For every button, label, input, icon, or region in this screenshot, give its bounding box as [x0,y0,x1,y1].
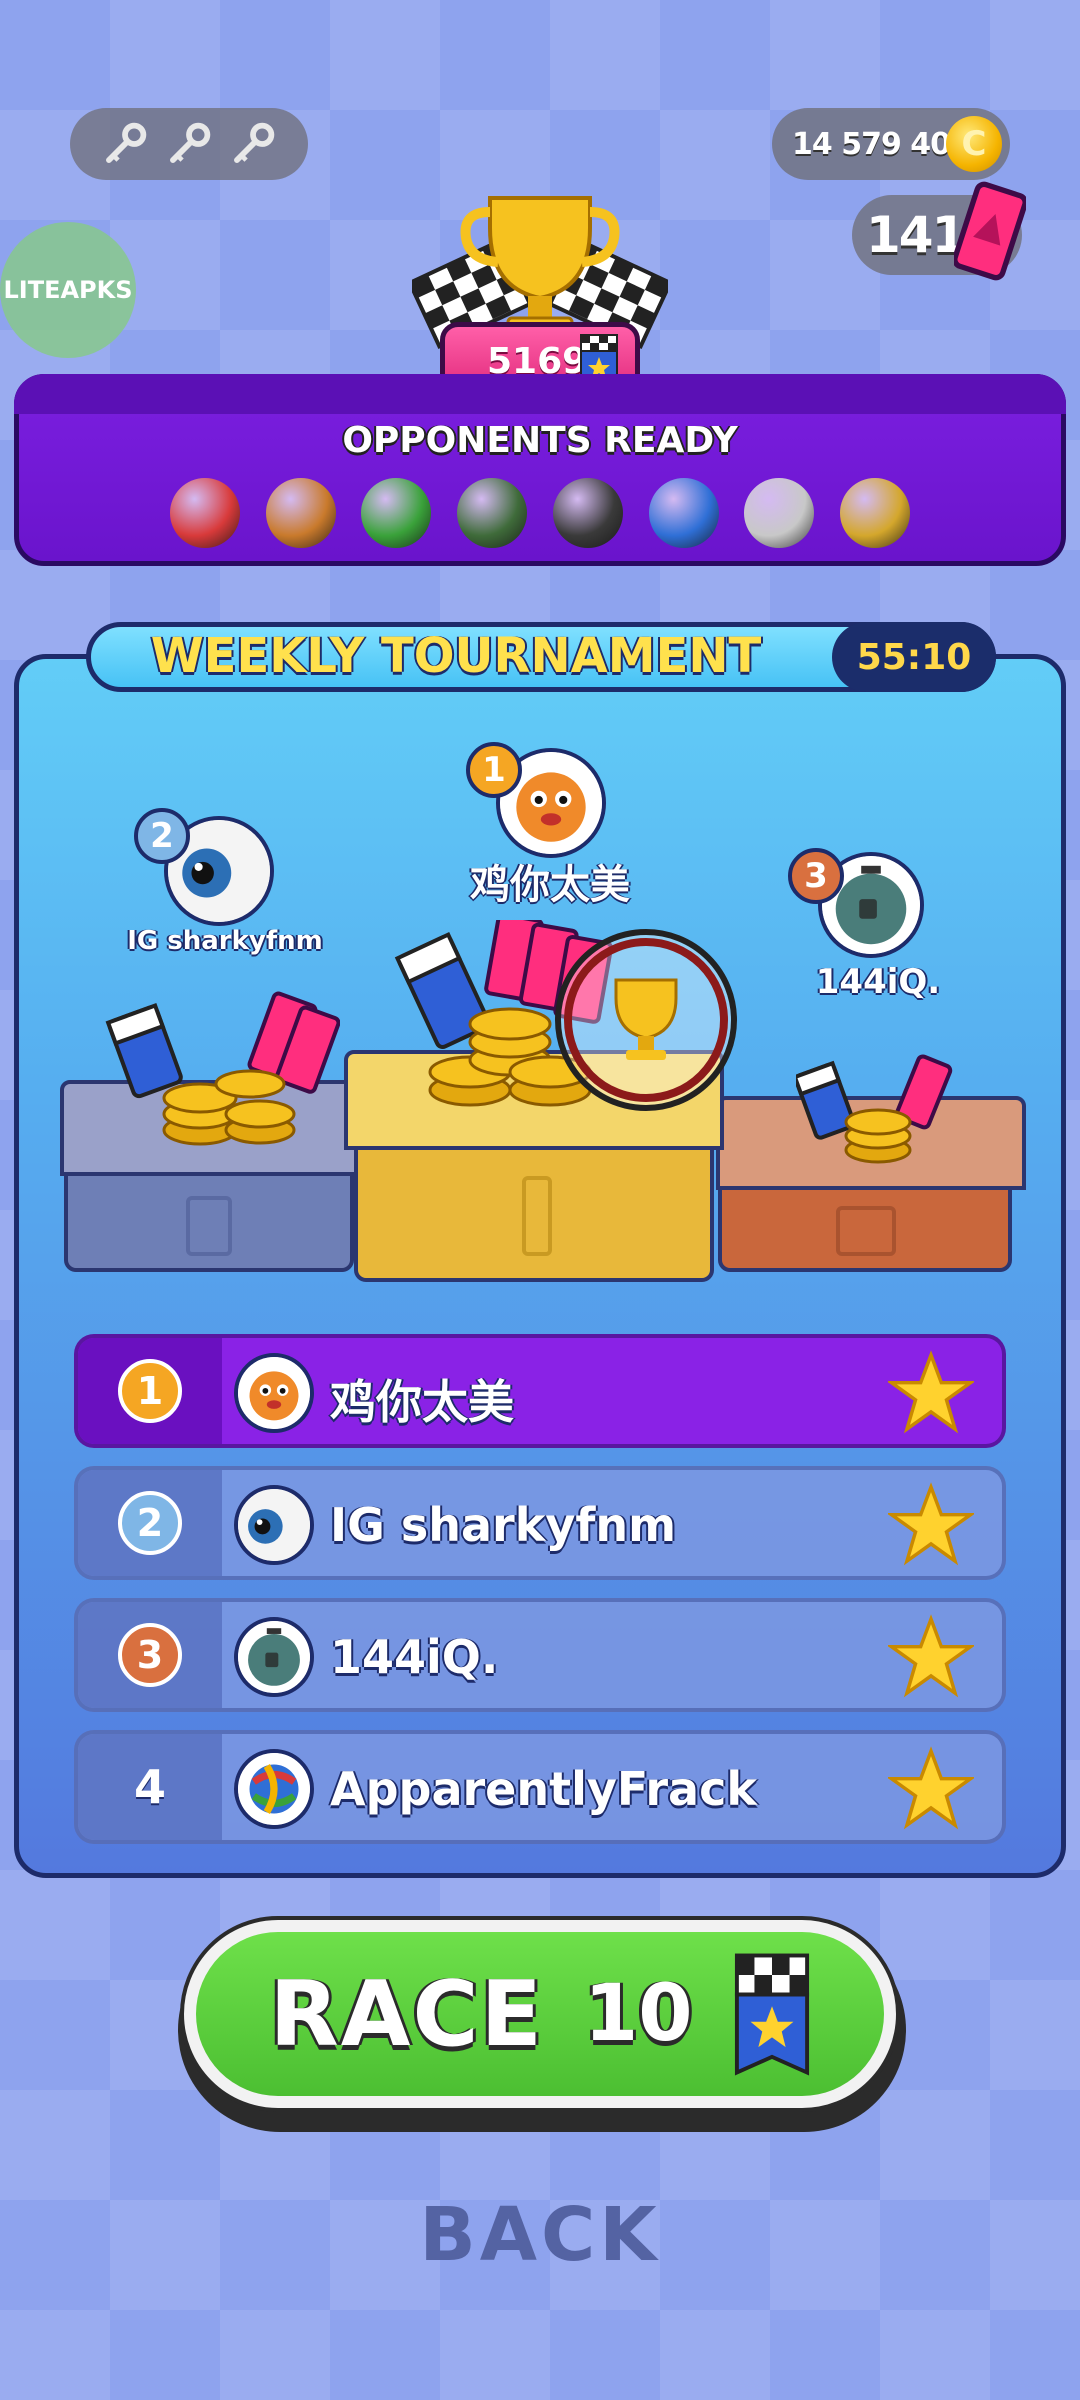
pufferfish-avatar-icon [234,1353,314,1433]
podium-third-roman [836,1206,896,1256]
podium-first-roman [522,1176,552,1256]
podium-third-rank: 3 [788,848,844,904]
second-reward-icon [105,991,340,1146]
third-reward-icon [796,1054,953,1164]
rank-medal: 1 [118,1359,182,1423]
star-icon [888,1614,974,1698]
podium: 2 IG sharkyfnm 1 鸡你太美 3 144iQ. [0,0,1080,1300]
rank-cell: 4 [78,1734,222,1840]
leaderboard-row-2[interactable]: 2 IG sharkyfnm [74,1466,1006,1580]
race-button[interactable]: RACE 10 [180,1916,900,2112]
race-cost: 10 [583,1969,693,2059]
star-icon [888,1746,974,1830]
trophy-portal-icon [555,929,737,1111]
back-button[interactable]: BACK [340,2190,740,2280]
podium-second-rank: 2 [134,808,190,864]
race-button-face[interactable]: RACE 10 [196,1932,884,2096]
rank-number: 4 [133,1760,166,1814]
podium-first-name: 鸡你太美 [470,862,630,908]
podium-third-name: 144iQ. [815,962,941,1002]
checkered-ribbon-icon [734,1953,809,2076]
player-name: IG sharkyfnm [330,1498,677,1552]
leaderboard-row-4[interactable]: 4 ApparentlyFrack [74,1730,1006,1844]
player-name: ApparentlyFrack [330,1762,757,1816]
eyeball-avatar-icon [234,1485,314,1565]
rank-medal: 2 [118,1491,182,1555]
podium-second-name: IG sharkyfnm [127,926,323,956]
rank-cell: 1 [78,1338,222,1444]
player-name: 鸡你太美 [330,1375,514,1429]
leaderboard-row-3[interactable]: 3 144iQ. [74,1598,1006,1712]
rank-cell: 2 [78,1470,222,1576]
race-label: RACE [269,1961,544,2067]
star-icon [888,1350,974,1434]
player-name: 144iQ. [330,1630,499,1684]
podium-second-roman [186,1196,232,1256]
rank-cell: 3 [78,1602,222,1708]
rank-medal: 3 [118,1623,182,1687]
leaderboard-row-1[interactable]: 1 鸡你太美 [74,1334,1006,1448]
podium-first-rank: 1 [466,742,522,798]
robot-avatar-icon [234,1617,314,1697]
star-icon [888,1482,974,1566]
knot-avatar-icon [234,1749,314,1829]
